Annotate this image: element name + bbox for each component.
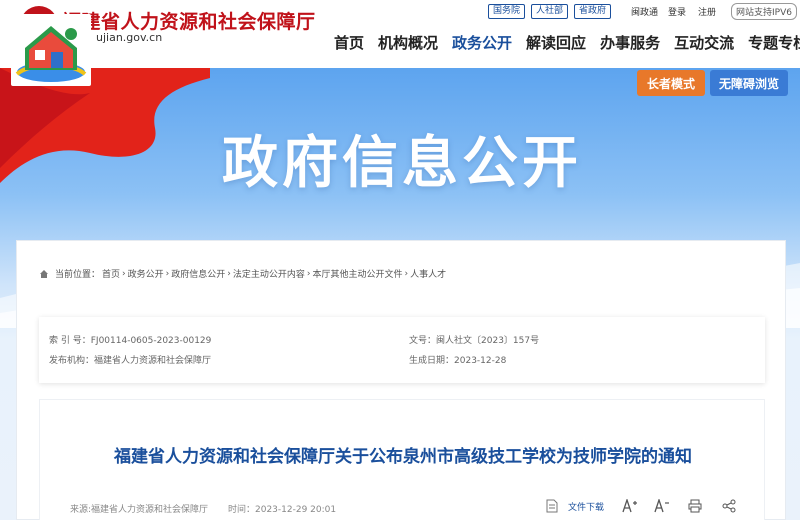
- nav-interaction[interactable]: 互动交流: [667, 33, 741, 53]
- nav-government-affairs[interactable]: 政务公开: [445, 33, 519, 53]
- flag-decoration: [0, 68, 210, 183]
- content-panel: 当前位置： 首页 › 政务公开 › 政府信息公开 › 法定主动公开内容 › 本厅其他主动…: [16, 240, 786, 520]
- publisher: 发布机构：福建省人力资源和社会保障厅: [49, 356, 212, 366]
- metadata-box: 索 引 号：FJ00114-0605-2023-00129 文号：闽人社文〔20…: [39, 317, 765, 383]
- accessibility-button[interactable]: 无障碍浏览: [710, 70, 788, 96]
- file-download-label: 文件下载: [568, 502, 605, 513]
- document-number: 文号：闽人社文〔2023〕157号: [409, 336, 540, 346]
- font-increase-button[interactable]: [622, 498, 638, 514]
- breadcrumb-item-personnel[interactable]: 人事人才: [410, 267, 446, 280]
- login-link[interactable]: 登录: [668, 5, 686, 18]
- index-number: 索 引 号：FJ00114-0605-2023-00129: [49, 336, 212, 346]
- house-logo-icon: [15, 26, 87, 82]
- font-increase-icon: [622, 499, 637, 513]
- top-link-state-council[interactable]: 国务院: [488, 4, 526, 19]
- nav-special-topics[interactable]: 专题专栏: [741, 33, 800, 53]
- article-source: 来源:福建省人力资源和社会保障厅: [70, 505, 209, 515]
- site-domain: ujian.gov.cn: [96, 31, 163, 44]
- register-link[interactable]: 注册: [698, 5, 716, 18]
- site-header: 福建省人力资源和社会保障厅 ujian.gov.cn 国务院 人社部 省政府 闽…: [0, 0, 800, 68]
- article-time: 时间：2023-12-29 20:01: [228, 505, 337, 515]
- nav-services[interactable]: 办事服务: [593, 33, 667, 53]
- app-badge[interactable]: [11, 14, 91, 86]
- banner-title: 政府信息公开: [222, 131, 582, 196]
- nav-organization[interactable]: 机构概况: [371, 33, 445, 53]
- print-icon: [688, 499, 702, 513]
- breadcrumb-item-statutory[interactable]: 法定主动公开内容: [233, 267, 305, 280]
- document-icon: [546, 499, 558, 513]
- breadcrumb-item-home[interactable]: 首页: [102, 267, 120, 280]
- print-button[interactable]: [688, 498, 702, 514]
- breadcrumb-label: 当前位置：: [55, 270, 101, 280]
- top-links: 国务院 人社部 省政府: [488, 4, 612, 19]
- breadcrumb: 当前位置： 首页 › 政务公开 › 政府信息公开 › 法定主动公开内容 › 本厅其他主动…: [39, 267, 446, 280]
- nav-interpretation[interactable]: 解读回应: [519, 33, 593, 53]
- breadcrumb-item-other-files[interactable]: 本厅其他主动公开文件: [313, 267, 403, 280]
- font-decrease-icon: [654, 499, 669, 513]
- article-title: 福建省人力资源和社会保障厅关于公布泉州市高级技工学校为技师学院的通知: [114, 447, 692, 467]
- article: 福建省人力资源和社会保障厅关于公布泉州市高级技工学校为技师学院的通知 来源:福建…: [39, 399, 765, 520]
- breadcrumb-item-info-disclosure[interactable]: 政府信息公开: [171, 267, 225, 280]
- home-icon: [40, 269, 48, 278]
- top-link-mohrss[interactable]: 人社部: [531, 4, 569, 19]
- share-button[interactable]: [722, 498, 736, 514]
- ipv6-badge: 网站支持IPV6: [731, 3, 797, 20]
- share-icon: [722, 499, 736, 513]
- breadcrumb-item-affairs[interactable]: 政务公开: [128, 267, 164, 280]
- font-decrease-button[interactable]: [654, 498, 670, 514]
- elder-mode-button[interactable]: 长者模式: [637, 70, 705, 96]
- top-link-province[interactable]: 省政府: [574, 4, 612, 19]
- site-title[interactable]: 福建省人力资源和社会保障厅: [62, 7, 316, 34]
- nav-home[interactable]: 首页: [327, 33, 371, 53]
- minzhengtong-link[interactable]: 闽政通: [631, 5, 658, 18]
- generated-date: 生成日期：2023-12-28: [409, 356, 507, 366]
- main-nav: 首页 机构概况 政务公开 解读回应 办事服务 互动交流 专题专栏: [327, 33, 800, 53]
- file-download-button[interactable]: 文件下载: [546, 498, 604, 514]
